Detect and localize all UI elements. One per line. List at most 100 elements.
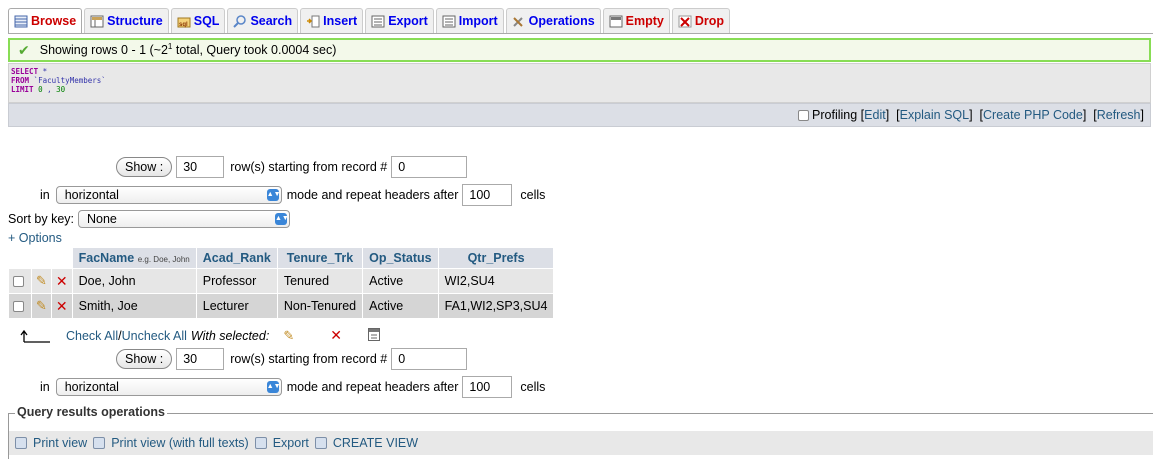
edit-icon[interactable]: ✎ — [32, 294, 51, 318]
browse-icon — [14, 15, 28, 28]
export-selected-icon[interactable] — [367, 327, 380, 344]
success-text: Showing rows 0 - 1 (~21 total, Query too… — [39, 42, 337, 58]
tab-drop[interactable]: Drop — [671, 8, 731, 33]
cell-qtr-prefs: WI2,SU4 — [438, 269, 554, 293]
nav-form-bottom: Show : 30 row(s) starting from record # … — [116, 348, 468, 370]
mode-text: mode and repeat headers after — [286, 188, 459, 202]
row-checkbox[interactable] — [13, 301, 24, 313]
cell-tenure-trk: Non-Tenured — [277, 294, 363, 318]
rows-input[interactable]: 30 — [176, 156, 225, 178]
insert-icon — [306, 15, 320, 28]
import-icon — [442, 15, 456, 28]
sort-select[interactable]: None ▲▼ — [78, 210, 290, 228]
show-button[interactable]: Show : — [116, 157, 173, 177]
cell-facname: Smith, Joe — [72, 294, 196, 318]
rows-input[interactable]: 30 — [176, 348, 225, 370]
tab-sql[interactable]: sql SQL — [170, 8, 226, 33]
svg-text:sql: sql — [179, 22, 188, 28]
tab-label: Structure — [107, 14, 163, 28]
select-arrow-icon: ▲▼ — [266, 381, 281, 393]
row-checkbox-cell — [9, 294, 31, 318]
drop-icon — [678, 15, 692, 28]
cells-text: cells — [520, 380, 546, 394]
print-view-full-link[interactable]: Print view (with full texts) — [111, 436, 249, 450]
bulk-actions: Check All / Uncheck All With selected: ✎… — [20, 327, 380, 344]
profiling-checkbox[interactable] — [798, 109, 810, 121]
cell-op-status: Active — [363, 269, 438, 293]
sql-query: SELECT * FROM `FacultyMembers` LIMIT 0 ,… — [8, 63, 1151, 103]
select-arrow-icon: ▲▼ — [275, 213, 289, 225]
tab-label: Import — [458, 14, 498, 28]
options-row: + Options — [8, 231, 62, 245]
headers-input[interactable]: 100 — [462, 184, 513, 206]
tab-empty[interactable]: Empty — [602, 8, 670, 33]
nav-mode-top: in horizontal ▲▼ mode and repeat headers … — [40, 184, 545, 206]
delete-selected-icon[interactable]: ✕ — [330, 327, 342, 344]
operations-icon — [512, 15, 526, 28]
row-checkbox-cell — [9, 269, 31, 293]
tab-export[interactable]: Export — [365, 8, 434, 33]
tab-operations[interactable]: Operations — [505, 8, 601, 33]
delete-icon[interactable]: ✕ — [51, 294, 72, 318]
column-header-qtr-prefs[interactable]: Qtr_Prefs — [438, 248, 554, 268]
cell-facname: Doe, John — [72, 269, 196, 293]
tab-label: Export — [388, 14, 428, 28]
sort-label: Sort by key: — [8, 212, 74, 226]
table-header-row: FacName e.g. Doe, John Acad_Rank Tenure_… — [9, 248, 554, 268]
check-all-link[interactable]: Check All — [66, 329, 118, 343]
structure-icon — [90, 15, 104, 28]
export-icon — [371, 15, 385, 28]
column-header-facname[interactable]: FacName e.g. Doe, John — [72, 248, 196, 268]
tab-label: Drop — [694, 14, 725, 28]
tab-structure[interactable]: Structure — [84, 8, 169, 33]
column-header-tenure-trk[interactable]: Tenure_Trk — [277, 248, 363, 268]
mode-text: mode and repeat headers after — [286, 380, 459, 394]
table-row: ✎ ✕ Smith, Joe Lecturer Non-Tenured Acti… — [9, 294, 554, 318]
tab-label: Empty — [625, 14, 664, 28]
options-link[interactable]: + Options — [8, 231, 62, 245]
create-php-code-link[interactable]: Create PHP Code — [983, 108, 1083, 122]
headers-input[interactable]: 100 — [462, 376, 513, 398]
cell-acad-rank: Professor — [196, 269, 277, 293]
uncheck-all-link[interactable]: Uncheck All — [122, 329, 187, 343]
tab-browse[interactable]: Browse — [8, 8, 83, 33]
mode-select[interactable]: horizontal ▲▼ — [55, 186, 282, 204]
print-view-link[interactable]: Print view — [33, 436, 87, 450]
nav-form-top: Show : 30 row(s) starting from record # … — [116, 156, 468, 178]
in-text: in — [40, 380, 50, 394]
column-header-acad-rank[interactable]: Acad_Rank — [196, 248, 277, 268]
record-input[interactable]: 0 — [391, 348, 468, 370]
export-link[interactable]: Export — [273, 436, 309, 450]
cell-qtr-prefs: FA1,WI2,SP3,SU4 — [438, 294, 554, 318]
row-checkbox[interactable] — [13, 276, 24, 288]
create-view-link[interactable]: CREATE VIEW — [333, 436, 418, 450]
show-button[interactable]: Show : — [116, 349, 173, 369]
tab-label: Search — [250, 14, 293, 28]
record-input[interactable]: 0 — [391, 156, 468, 178]
nav-mode-bottom: in horizontal ▲▼ mode and repeat headers … — [40, 376, 545, 398]
export-icon — [254, 437, 267, 449]
tab-import[interactable]: Import — [435, 8, 504, 33]
create-view-icon — [314, 437, 327, 449]
empty-icon — [609, 15, 623, 28]
edit-link[interactable]: Edit — [864, 108, 886, 122]
query-results-operations: Query results operations Print view Prin… — [8, 405, 1153, 459]
edit-icon[interactable]: ✎ — [32, 269, 51, 293]
cells-text: cells — [520, 188, 546, 202]
table-row: ✎ ✕ Doe, John Professor Tenured Active W… — [9, 269, 554, 293]
column-header-op-status[interactable]: Op_Status — [363, 248, 438, 268]
edit-selected-icon[interactable]: ✎ — [283, 328, 294, 344]
tab-search[interactable]: Search — [227, 8, 299, 33]
sort-by-key: Sort by key: None ▲▼ — [8, 210, 290, 228]
print-icon — [93, 437, 106, 449]
delete-icon[interactable]: ✕ — [51, 269, 72, 293]
refresh-link[interactable]: Refresh — [1097, 108, 1141, 122]
mode-select[interactable]: horizontal ▲▼ — [55, 378, 282, 396]
tab-insert[interactable]: Insert — [300, 8, 364, 33]
explain-sql-link[interactable]: Explain SQL — [900, 108, 969, 122]
tab-label: Operations — [528, 14, 595, 28]
sql-icon: sql — [177, 15, 191, 28]
print-icon — [15, 437, 27, 449]
tab-label: SQL — [193, 14, 220, 28]
cell-tenure-trk: Tenured — [277, 269, 363, 293]
